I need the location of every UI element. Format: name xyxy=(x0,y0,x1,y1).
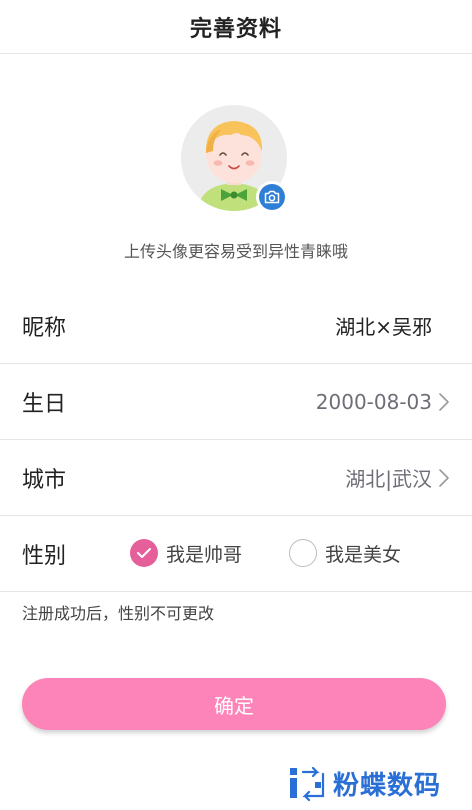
birthday-value: 2000-08-03 xyxy=(315,389,432,414)
gender-label: 性别 xyxy=(22,543,67,569)
radio-unchecked-icon[interactable] xyxy=(289,539,317,567)
chevron-right-icon xyxy=(439,393,449,411)
gender-note: 注册成功后，性别不可更改 xyxy=(22,604,215,623)
camera-icon xyxy=(264,190,280,204)
title-bar: 完善资料 xyxy=(0,0,472,54)
nickname-value[interactable]: 湖北×吴邪 xyxy=(335,311,432,340)
nickname-label: 昵称 xyxy=(22,315,67,341)
gender-option-male[interactable]: 我是帅哥 xyxy=(130,539,242,567)
camera-button[interactable] xyxy=(256,181,288,213)
gender-option-label: 我是美女 xyxy=(325,543,402,566)
watermark-text: 粉蝶数码 xyxy=(333,771,442,801)
gender-row: 性别 我是帅哥 我是美女 xyxy=(0,516,472,592)
city-label: 城市 xyxy=(22,467,67,493)
chevron-right-icon xyxy=(439,469,449,487)
avatar-hint: 上传头像更容易受到异性青睐哦 xyxy=(123,242,348,261)
gender-option-label: 我是帅哥 xyxy=(166,543,243,566)
birthday-row[interactable]: 生日 2000-08-03 xyxy=(0,364,472,440)
city-value: 湖北|武汉 xyxy=(345,467,432,491)
avatar-upload[interactable] xyxy=(181,105,288,213)
gender-option-female[interactable]: 我是美女 xyxy=(289,539,401,567)
watermark-logo-icon xyxy=(290,766,325,801)
city-row[interactable]: 城市 湖北|武汉 xyxy=(0,440,472,516)
radio-checked-icon[interactable] xyxy=(130,539,158,567)
watermark: 粉蝶数码 xyxy=(287,765,441,802)
checkmark-icon xyxy=(137,548,151,558)
birthday-label: 生日 xyxy=(22,391,67,417)
page-title: 完善资料 xyxy=(189,16,282,42)
confirm-button[interactable]: 确定 xyxy=(22,678,446,730)
nickname-row[interactable]: 昵称 湖北×吴邪 xyxy=(0,288,472,364)
